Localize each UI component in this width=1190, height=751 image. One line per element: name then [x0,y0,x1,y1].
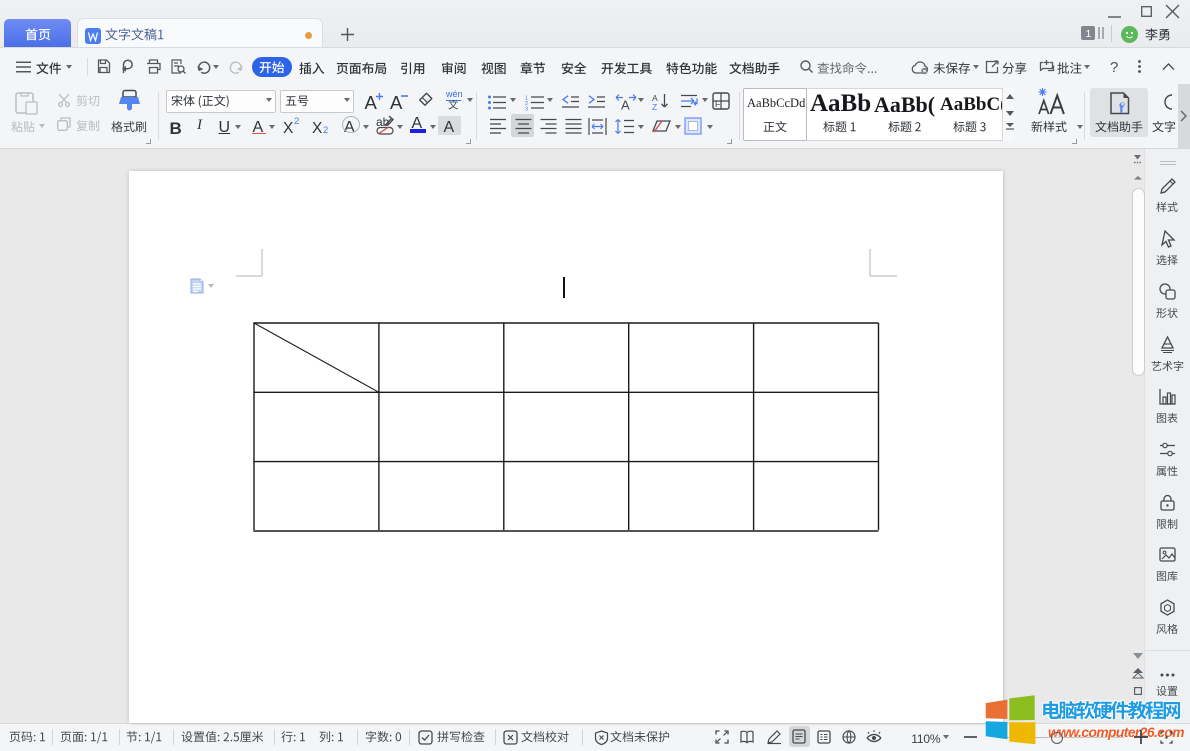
svg-text:A: A [621,98,630,113]
svg-text:Z: Z [652,102,657,112]
svg-text:3: 3 [525,107,528,113]
svg-text:F: F [715,99,721,109]
